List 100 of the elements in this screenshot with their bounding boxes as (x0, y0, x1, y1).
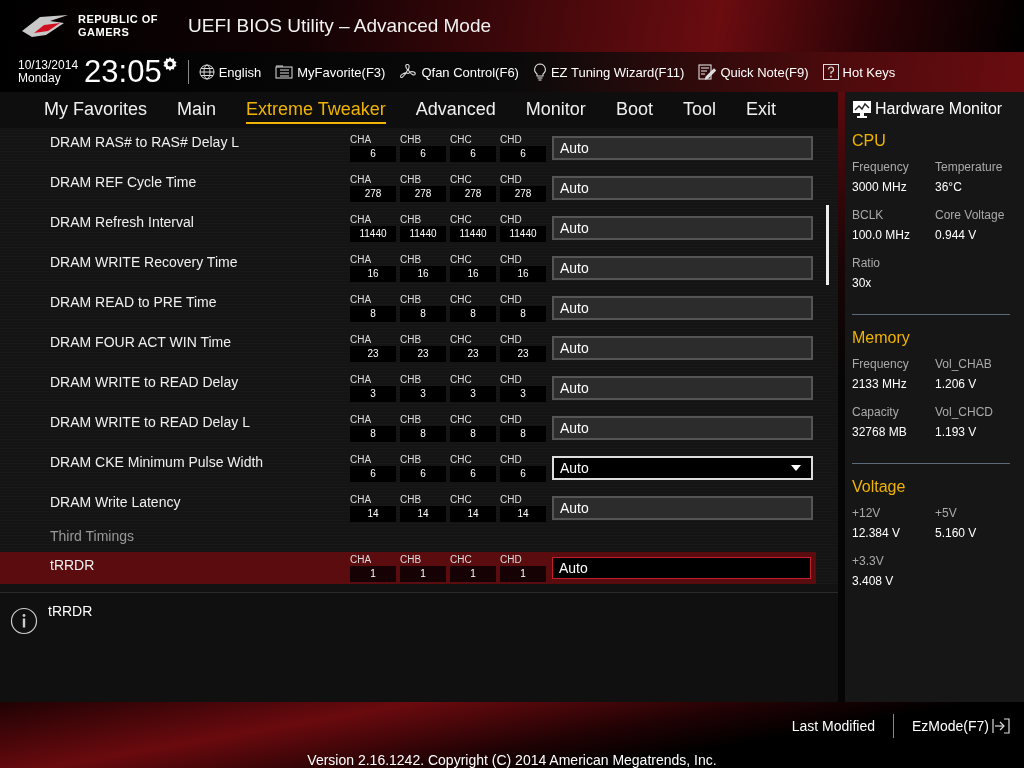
value-dropdown[interactable]: Auto (552, 136, 813, 160)
channel-label: CHD (500, 174, 523, 186)
channel-value: 16 (350, 266, 396, 282)
value-dropdown[interactable]: Auto (552, 216, 813, 240)
setting-label[interactable]: DRAM WRITE Recovery Time (50, 254, 350, 270)
channel-value: 11440 (400, 226, 446, 242)
ez-mode-button[interactable]: EzMode(F7) (911, 718, 1010, 734)
menu-tab[interactable]: Main (177, 96, 217, 124)
value-dropdown[interactable]: Auto (552, 296, 813, 320)
channel-label: CHC (450, 374, 473, 386)
channel-label: CHD (500, 554, 523, 566)
value-dropdown[interactable]: Auto (552, 336, 813, 360)
channel-label: CHB (400, 174, 423, 186)
menu-tab[interactable]: Exit (745, 96, 776, 124)
scrollbar-thumb[interactable] (825, 205, 829, 285)
channel-value: 23 (500, 346, 546, 362)
reading-label: Core Voltage (935, 208, 1006, 222)
setting-label[interactable]: DRAM CKE Minimum Pulse Width (50, 454, 350, 470)
reading-label: Vol_CHAB (935, 357, 993, 371)
menu-tab[interactable]: Extreme Tweaker (246, 96, 386, 124)
value-dropdown[interactable]: Auto (552, 456, 813, 480)
section-title: Memory (852, 329, 911, 347)
note-pencil-icon (698, 64, 717, 80)
channel-label: CHB (400, 454, 423, 466)
toolbar-button[interactable]: Hot Keys (822, 64, 896, 80)
toolbar-button[interactable]: Qfan Control(F6) (399, 63, 519, 81)
value-dropdown[interactable]: Auto (552, 176, 813, 200)
channel-label: CHB (400, 374, 423, 386)
setting-label[interactable]: DRAM WRITE to READ Delay L (50, 414, 350, 430)
reading-value: 0.944 V (935, 228, 978, 242)
channel-label: CHC (450, 454, 473, 466)
channel-value: 11440 (500, 226, 546, 242)
menu-tab[interactable]: Tool (682, 96, 716, 124)
menu-tab[interactable]: My Favorites (44, 96, 148, 124)
value-dropdown[interactable]: Auto (552, 557, 811, 579)
reading-value: 5.160 V (935, 526, 978, 540)
menu-tab[interactable]: Monitor (525, 96, 586, 124)
reading-label: BCLK (852, 208, 885, 222)
value-dropdown[interactable]: Auto (552, 256, 813, 280)
menu-tab[interactable]: Advanced (415, 96, 496, 124)
channel-value: 14 (350, 506, 396, 522)
setting-label[interactable]: tRRDR (50, 557, 350, 573)
channel-label: CHD (500, 374, 523, 386)
fan-icon (399, 63, 418, 81)
setting-label[interactable]: DRAM FOUR ACT WIN Time (50, 334, 350, 350)
setting-label[interactable]: DRAM WRITE to READ Delay (50, 374, 350, 390)
date-text: 10/13/2014 (18, 59, 79, 72)
channel-value: 8 (450, 306, 496, 322)
channel-label: CHD (500, 414, 523, 426)
reading-label: Frequency (852, 357, 910, 371)
channel-value: 278 (500, 186, 546, 202)
setting-label[interactable]: DRAM READ to PRE Time (50, 294, 350, 310)
channel-label: CHA (350, 554, 373, 566)
setting-label[interactable]: DRAM RAS# to RAS# Delay L (50, 134, 350, 150)
channel-label: CHC (450, 254, 473, 266)
channel-label: CHA (350, 174, 373, 186)
version-text: Version 2.16.1242. Copyright (C) 2014 American Megatrends, Inc. (307, 752, 717, 768)
channel-label: CHB (400, 254, 423, 266)
setting-label[interactable]: DRAM Refresh Interval (50, 214, 350, 230)
panel-title: Hardware Monitor (875, 100, 1003, 118)
day-text: Monday (18, 72, 62, 85)
channel-value: 6 (350, 146, 396, 162)
channel-label: CHA (350, 214, 373, 226)
channel-label: CHD (500, 294, 523, 306)
value-dropdown[interactable]: Auto (552, 376, 813, 400)
list-icon (275, 65, 294, 79)
channel-value: 6 (500, 146, 546, 162)
setting-label[interactable]: DRAM REF Cycle Time (50, 174, 350, 190)
channel-label: CHB (400, 414, 423, 426)
brand-name-line: GAMERS (78, 26, 131, 39)
reading-value: 3.408 V (852, 574, 895, 588)
toolbar-button[interactable]: MyFavorite(F3) (275, 64, 386, 80)
channel-value: 16 (500, 266, 546, 282)
channel-value: 8 (400, 426, 446, 442)
value-dropdown[interactable]: Auto (552, 496, 813, 520)
globe-icon (198, 64, 215, 80)
channel-value: 278 (400, 186, 446, 202)
setting-label[interactable]: DRAM Write Latency (50, 494, 350, 510)
channel-value: 6 (400, 146, 446, 162)
last-modified-button[interactable]: Last Modified (791, 718, 875, 734)
channel-label: CHD (500, 454, 523, 466)
channel-value: 23 (400, 346, 446, 362)
toolbar-button[interactable]: Quick Note(F9) (698, 64, 809, 80)
reading-label: Capacity (852, 405, 900, 419)
channel-value: 11440 (350, 226, 396, 242)
menu-tab[interactable]: Boot (615, 96, 653, 124)
reading-value: 36°C (935, 180, 963, 194)
channel-label: CHA (350, 134, 373, 146)
channel-value: 14 (400, 506, 446, 522)
channel-label: CHC (450, 214, 473, 226)
reading-value: 2133 MHz (852, 377, 908, 391)
settings-icon[interactable] (161, 56, 178, 72)
value-dropdown[interactable]: Auto (552, 416, 813, 440)
section-heading: Third Timings (49, 527, 136, 546)
toolbar-button[interactable]: English (198, 64, 262, 80)
toolbar-button[interactable]: EZ Tuning Wizard(F11) (532, 63, 685, 81)
channel-label: CHB (400, 554, 423, 566)
channel-value: 11440 (450, 226, 496, 242)
channel-value: 16 (450, 266, 496, 282)
channel-value: 1 (400, 566, 446, 582)
